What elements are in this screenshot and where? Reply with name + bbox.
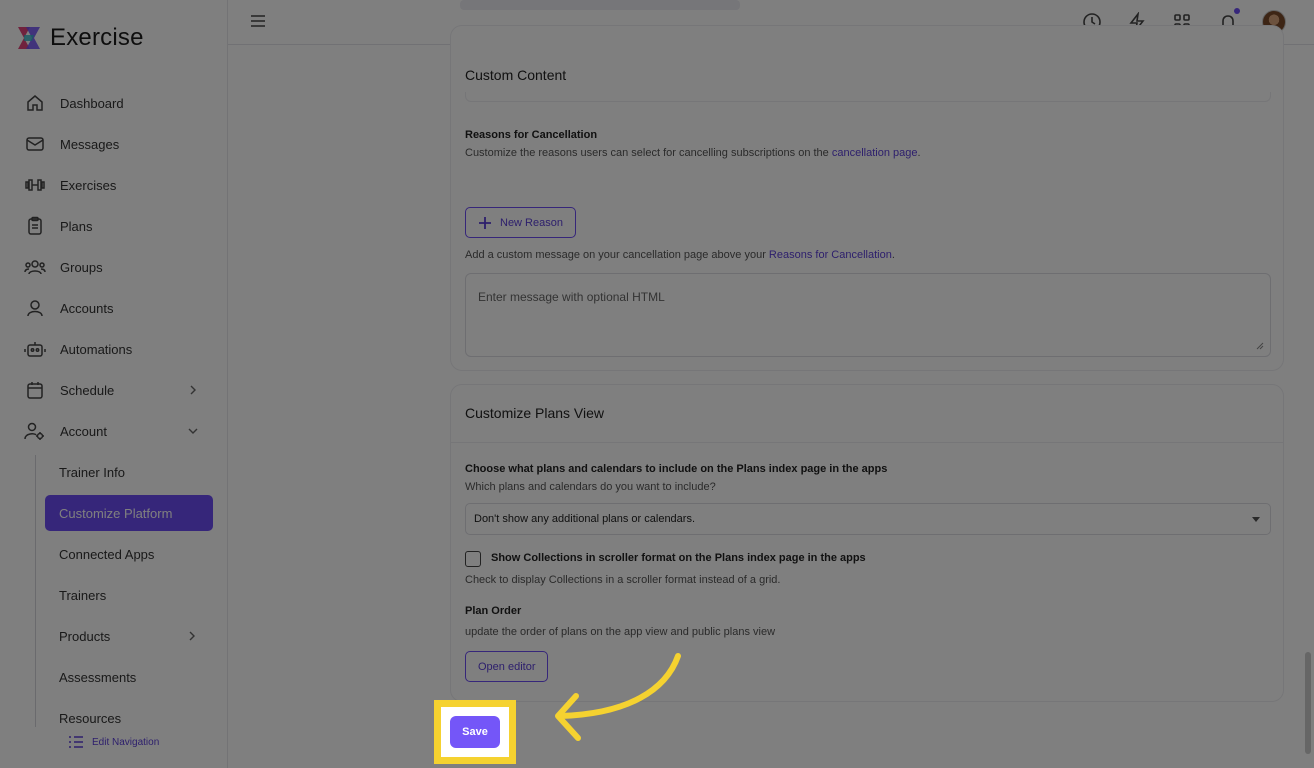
plan-order-hint: update the order of plans on the app vie…: [465, 626, 776, 638]
user-gear-icon: [24, 420, 46, 442]
select-value: Don't show any additional plans or calen…: [474, 513, 696, 525]
plan-order-label: Plan Order: [465, 605, 522, 617]
card-title: Customize Plans View: [465, 405, 605, 421]
blurred-header-content: [460, 0, 740, 10]
message-hint: Add a custom message on your cancellatio…: [465, 249, 895, 261]
submenu-divider: [35, 455, 36, 727]
mail-icon: [24, 133, 46, 155]
reasons-label: Reasons for Cancellation: [465, 129, 598, 141]
sidebar-item-dashboard[interactable]: Dashboard: [24, 87, 214, 119]
hint-end: .: [917, 147, 921, 159]
sidebar-item-label: Schedule: [60, 382, 115, 398]
scrollbar-thumb[interactable]: [1305, 652, 1311, 754]
resize-handle-icon[interactable]: [1256, 342, 1264, 350]
sidebar-subitem-resources[interactable]: Resources: [45, 700, 213, 736]
sidebar: Exercise Dashboard Messages Exercises Pl…: [0, 0, 228, 768]
main-content: Custom Content Reasons for Cancellation …: [228, 25, 1314, 768]
edit-navigation-label: Edit Navigation: [92, 736, 160, 748]
custom-content-card: Custom Content Reasons for Cancellation …: [450, 25, 1284, 371]
chevron-right-icon: [190, 385, 196, 395]
calendar-icon: [24, 379, 46, 401]
sidebar-item-label: Account: [60, 423, 107, 439]
card-title: Custom Content: [465, 67, 567, 83]
choose-plans-label: Choose what plans and calendars to inclu…: [465, 463, 888, 475]
subitem-label: Products: [59, 628, 111, 644]
card-divider: [451, 442, 1283, 443]
sidebar-item-label: Messages: [60, 136, 120, 152]
scrollbar[interactable]: [1302, 0, 1314, 768]
subitem-label: Assessments: [59, 669, 137, 685]
plans-calendars-select[interactable]: Don't show any additional plans or calen…: [465, 503, 1271, 535]
sidebar-item-groups[interactable]: Groups: [24, 251, 214, 283]
notification-dot: [1234, 8, 1240, 14]
sidebar-item-messages[interactable]: Messages: [24, 128, 214, 160]
dumbbell-icon: [24, 174, 46, 196]
sidebar-item-account[interactable]: Account: [24, 415, 214, 447]
collections-scroller-label[interactable]: Show Collections in scroller format on t…: [491, 552, 866, 564]
sidebar-item-label: Plans: [60, 218, 93, 234]
user-icon: [24, 297, 46, 319]
app-logo[interactable]: Exercise: [16, 24, 144, 52]
sidebar-item-plans[interactable]: Plans: [24, 210, 214, 242]
subitem-label: Trainers: [59, 587, 107, 603]
subitem-label: Customize Platform: [59, 505, 173, 521]
sidebar-item-label: Groups: [60, 259, 103, 275]
sidebar-subitem-trainer-info[interactable]: Trainer Info: [45, 454, 213, 490]
chevron-down-icon: [188, 428, 198, 434]
collections-hint: Check to display Collections in a scroll…: [465, 574, 781, 586]
users-icon: [24, 256, 46, 278]
sidebar-subitem-products[interactable]: Products: [45, 618, 213, 654]
sidebar-item-exercises[interactable]: Exercises: [24, 169, 214, 201]
sidebar-subitem-trainers[interactable]: Trainers: [45, 577, 213, 613]
reasons-for-cancellation-link[interactable]: Reasons for Cancellation: [769, 249, 892, 261]
new-reason-label: New Reason: [500, 216, 563, 229]
save-button[interactable]: Save: [450, 716, 500, 748]
subitem-label: Connected Apps: [59, 546, 155, 562]
app-name: Exercise: [50, 24, 144, 51]
hint-end: .: [891, 249, 895, 261]
choose-plans-hint: Which plans and calendars do you want to…: [465, 481, 716, 493]
sidebar-item-label: Dashboard: [60, 95, 124, 111]
sidebar-item-schedule[interactable]: Schedule: [24, 374, 214, 406]
cancellation-page-link[interactable]: cancellation page: [832, 147, 918, 159]
hint-text: Customize the reasons users can select f…: [465, 147, 829, 159]
collections-scroller-checkbox[interactable]: [465, 551, 481, 567]
logo-icon: [18, 27, 40, 49]
sidebar-item-label: Exercises: [60, 177, 117, 193]
textarea-placeholder: Enter message with optional HTML: [478, 290, 665, 304]
home-icon: [24, 92, 46, 114]
list-icon: [69, 736, 83, 748]
new-reason-button[interactable]: New Reason: [465, 207, 576, 238]
subitem-label: Resources: [59, 710, 122, 726]
collapsed-field: [465, 92, 1271, 102]
sidebar-item-label: Automations: [60, 341, 133, 357]
robot-icon: [24, 338, 46, 360]
open-editor-button[interactable]: Open editor: [465, 651, 549, 682]
sidebar-subitem-assessments[interactable]: Assessments: [45, 659, 213, 695]
subitem-label: Trainer Info: [59, 464, 125, 480]
pointer-arrow-icon: [555, 653, 681, 741]
reasons-hint: Customize the reasons users can select f…: [465, 147, 921, 159]
sidebar-item-label: Accounts: [60, 300, 114, 316]
sidebar-item-accounts[interactable]: Accounts: [24, 292, 214, 324]
cancellation-message-textarea[interactable]: Enter message with optional HTML: [465, 273, 1271, 357]
plus-icon: [479, 216, 491, 229]
chevron-right-icon: [189, 631, 195, 641]
caret-down-icon: [1252, 517, 1260, 522]
sidebar-subitem-customize-platform[interactable]: Customize Platform: [45, 495, 213, 531]
open-editor-label: Open editor: [478, 660, 536, 673]
sidebar-item-automations[interactable]: Automations: [24, 333, 214, 365]
sidebar-subitem-connected-apps[interactable]: Connected Apps: [45, 536, 213, 572]
hint-text: Add a custom message on your cancellatio…: [465, 249, 766, 261]
clipboard-icon: [24, 215, 46, 237]
edit-navigation-link[interactable]: Edit Navigation: [68, 735, 159, 749]
menu-icon[interactable]: [250, 14, 266, 28]
